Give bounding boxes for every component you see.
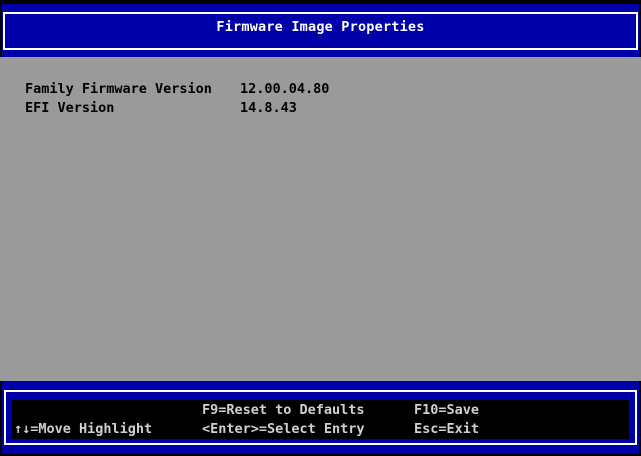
hint-move-highlight: ↑↓=Move Highlight xyxy=(14,420,202,439)
property-row-family-firmware-version: Family Firmware Version 12.00.04.80 xyxy=(0,80,641,99)
property-value: 12.00.04.80 xyxy=(240,80,329,99)
hint-f10-save: F10=Save xyxy=(414,401,629,420)
property-value: 14.8.43 xyxy=(240,99,297,118)
property-label: Family Firmware Version xyxy=(25,80,240,99)
hint-empty xyxy=(14,401,202,420)
page-title: Firmware Image Properties xyxy=(216,19,424,35)
hint-f9-reset-defaults: F9=Reset to Defaults xyxy=(202,401,414,420)
title-bar: Firmware Image Properties xyxy=(2,4,639,57)
title-border-box: Firmware Image Properties xyxy=(3,12,638,50)
key-hints-bar: F9=Reset to Defaults F10=Save ↑↓=Move Hi… xyxy=(2,381,639,454)
key-hints-panel: F9=Reset to Defaults F10=Save ↑↓=Move Hi… xyxy=(12,400,629,439)
properties-panel: Family Firmware Version 12.00.04.80 EFI … xyxy=(0,57,641,381)
bios-setup-screen: Firmware Image Properties Family Firmwar… xyxy=(0,0,641,456)
property-label: EFI Version xyxy=(25,99,240,118)
hint-esc-exit: Esc=Exit xyxy=(414,420,629,439)
key-hints-border-box: F9=Reset to Defaults F10=Save ↑↓=Move Hi… xyxy=(4,390,637,445)
property-row-efi-version: EFI Version 14.8.43 xyxy=(0,99,641,118)
hint-enter-select-entry: <Enter>=Select Entry xyxy=(202,420,414,439)
